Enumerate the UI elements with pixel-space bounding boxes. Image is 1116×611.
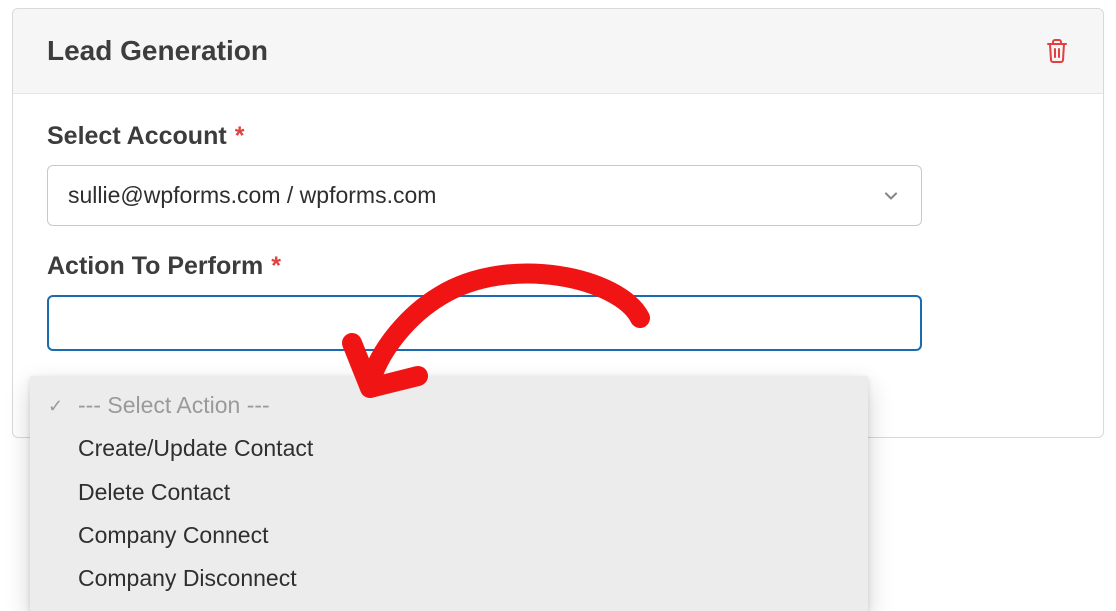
- label-text: Action To Perform: [47, 252, 263, 281]
- trash-icon[interactable]: [1045, 38, 1069, 64]
- option-label: Company Disconnect: [78, 565, 297, 591]
- action-to-perform-label: Action To Perform *: [47, 252, 1069, 281]
- check-icon: ✓: [48, 393, 63, 419]
- select-account-label: Select Account *: [47, 122, 1069, 151]
- select-account-field: Select Account * sullie@wpforms.com / wp…: [47, 122, 1069, 226]
- select-account-value: sullie@wpforms.com / wpforms.com: [68, 182, 436, 209]
- required-indicator: *: [235, 122, 245, 151]
- panel-header: Lead Generation: [13, 9, 1103, 94]
- action-option-placeholder: ✓ --- Select Action ---: [30, 384, 868, 427]
- label-text: Select Account: [47, 122, 227, 151]
- select-account-dropdown[interactable]: sullie@wpforms.com / wpforms.com: [47, 165, 922, 226]
- option-label: Delete Contact: [78, 479, 230, 505]
- action-option-create-update-contact[interactable]: Create/Update Contact: [30, 427, 868, 470]
- option-label: Create/Update Contact: [78, 435, 313, 461]
- action-option-company-disconnect[interactable]: Company Disconnect: [30, 557, 868, 600]
- action-to-perform-dropdown[interactable]: [47, 295, 922, 351]
- required-indicator: *: [271, 252, 281, 281]
- chevron-down-icon: [881, 186, 901, 206]
- option-label: --- Select Action ---: [78, 392, 270, 418]
- action-dropdown-menu: ✓ --- Select Action --- Create/Update Co…: [30, 376, 868, 611]
- action-option-delete-contact[interactable]: Delete Contact: [30, 471, 868, 514]
- lead-generation-panel: Lead Generation Select Account * sullie@…: [12, 8, 1104, 438]
- panel-title: Lead Generation: [47, 35, 268, 67]
- action-to-perform-field: Action To Perform *: [47, 252, 1069, 351]
- action-option-company-connect[interactable]: Company Connect: [30, 514, 868, 557]
- option-label: Company Connect: [78, 522, 269, 548]
